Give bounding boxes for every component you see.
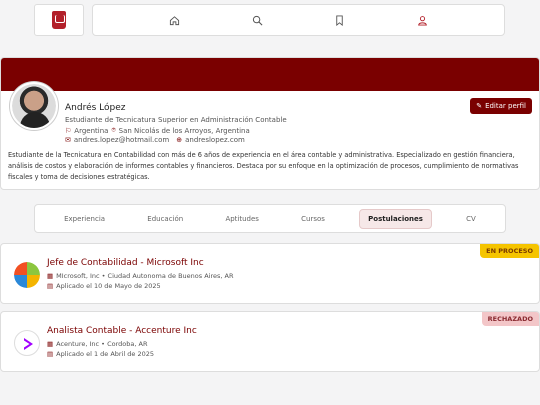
company-location-text: MIcrosoft, Inc • Ciudad Autonoma de Buen… xyxy=(56,272,234,280)
profile-banner xyxy=(1,58,539,91)
pencil-icon: ✎ xyxy=(476,102,483,110)
avatar xyxy=(10,82,58,130)
profile-name: Andrés López xyxy=(65,103,126,113)
microsoft-logo-icon xyxy=(14,262,40,288)
job-applied-date: ▤ Aplicado el 10 de Mayo de 2025 xyxy=(47,282,161,290)
globe-icon: ⊕ xyxy=(176,136,183,144)
applied-date-text: Aplicado el 1 de Abril de 2025 xyxy=(56,350,154,358)
flag-icon: ⚐ xyxy=(65,126,72,135)
profile-bio: Estudiante de la Tecnicatura en Contabil… xyxy=(8,151,519,181)
calendar-icon: ▤ xyxy=(47,350,54,358)
accenture-logo-icon xyxy=(14,330,40,356)
app-logo[interactable] xyxy=(34,4,84,36)
job-title[interactable]: Analista Contable - Accenture Inc xyxy=(47,326,197,336)
profile-title: Estudiante de Tecnicatura Superior en Ad… xyxy=(65,116,287,124)
calendar-icon: ▤ xyxy=(47,282,54,290)
job-title[interactable]: Jefe de Contabilidad - Microsoft Inc xyxy=(47,258,204,268)
tab-cursos[interactable]: Cursos xyxy=(293,210,333,228)
profile-tabs: Experiencia Educación Aptitudes Cursos P… xyxy=(34,204,506,233)
job-company-location: ▦ Acenture, Inc • Cordoba, AR xyxy=(47,340,147,348)
job-applied-date: ▤ Aplicado el 1 de Abril de 2025 xyxy=(47,350,154,358)
search-icon[interactable] xyxy=(250,13,264,27)
application-card[interactable]: EN PROCESO Jefe de Contabilidad - Micros… xyxy=(0,243,540,304)
company-location-text: Acenture, Inc • Cordoba, AR xyxy=(56,340,148,348)
profile-card: ✎ Editar perfil Andrés López Estudiante … xyxy=(0,57,540,190)
tab-experiencia[interactable]: Experiencia xyxy=(56,210,113,228)
profile-contact-row: ✉ andres.lopez@hotmail.com ⊕ andreslopez… xyxy=(65,136,245,144)
application-card[interactable]: RECHAZADO Analista Contable - Accenture … xyxy=(0,311,540,372)
email-icon: ✉ xyxy=(65,136,71,144)
profile-city: San Nicolás de los Arroyos, Argentina xyxy=(118,126,250,135)
profile-website[interactable]: andreslopez.com xyxy=(185,136,245,144)
location-pin-icon: ⌾ xyxy=(111,126,116,134)
home-icon[interactable] xyxy=(167,13,181,27)
user-icon[interactable] xyxy=(416,13,430,27)
bookmark-icon[interactable] xyxy=(333,13,347,27)
tab-aptitudes[interactable]: Aptitudes xyxy=(217,210,267,228)
top-navigation xyxy=(92,4,505,36)
edit-profile-button[interactable]: ✎ Editar perfil xyxy=(470,98,532,114)
tab-postulaciones[interactable]: Postulaciones xyxy=(359,208,432,229)
building-icon: ▦ xyxy=(47,272,54,280)
applied-date-text: Aplicado el 10 de Mayo de 2025 xyxy=(56,282,161,290)
status-badge: RECHAZADO xyxy=(481,312,539,326)
profile-country: Argentina xyxy=(74,126,109,135)
job-company-location: ▦ MIcrosoft, Inc • Ciudad Autonoma de Bu… xyxy=(47,272,233,280)
status-badge: EN PROCESO xyxy=(480,244,539,258)
profile-location-row: ⚐ Argentina ⌾ San Nicolás de los Arroyos… xyxy=(65,126,250,135)
building-icon: ▦ xyxy=(47,340,54,348)
tab-educacion[interactable]: Educación xyxy=(139,210,191,228)
edit-profile-label: Editar perfil xyxy=(485,102,526,110)
profile-email[interactable]: andres.lopez@hotmail.com xyxy=(74,136,169,144)
logo-icon xyxy=(52,11,66,29)
tab-cv[interactable]: CV xyxy=(458,210,484,228)
